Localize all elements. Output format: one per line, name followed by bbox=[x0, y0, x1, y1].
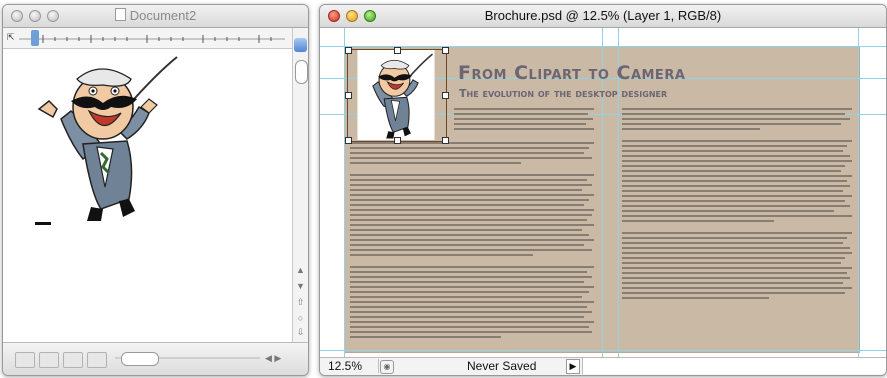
save-status-text: Never Saved bbox=[467, 359, 537, 373]
text-column-right bbox=[622, 108, 852, 302]
right-window-titlebar[interactable]: Brochure.psd @ 12.5% (Layer 1, RGB/8) bbox=[320, 5, 886, 28]
scroll-down-icon[interactable]: ▼ bbox=[296, 280, 305, 292]
horizontal-scroll-thumb[interactable] bbox=[121, 352, 159, 366]
transform-handle[interactable] bbox=[345, 47, 352, 54]
photoshop-status-bar: 12.5% ◉ Never Saved ▶ bbox=[320, 357, 886, 375]
transform-handle[interactable] bbox=[442, 47, 449, 54]
notebook-view-icon[interactable] bbox=[87, 352, 107, 368]
ruler-ticks bbox=[19, 35, 285, 43]
horizontal-scroll-arrows-icon[interactable]: ◀ ▶ bbox=[265, 353, 281, 364]
next-page-icon[interactable]: ⇩ bbox=[296, 326, 305, 338]
clipart-conductor-image bbox=[37, 56, 178, 221]
transform-handle[interactable] bbox=[345, 137, 352, 144]
text-column-left-top bbox=[454, 108, 594, 133]
guide-line[interactable] bbox=[858, 28, 859, 357]
scroll-up-icon[interactable]: ▲ bbox=[296, 264, 305, 276]
left-window-bottom-bar: ◀ ▶ bbox=[3, 342, 308, 375]
right-window-title: Brochure.psd @ 12.5% (Layer 1, RGB/8) bbox=[484, 8, 722, 23]
indent-marker[interactable] bbox=[31, 30, 39, 46]
guide-line[interactable] bbox=[320, 46, 886, 47]
transform-handle[interactable] bbox=[442, 92, 449, 99]
guide-line[interactable] bbox=[320, 350, 886, 351]
document-page[interactable] bbox=[3, 49, 292, 341]
horizontal-ruler[interactable]: ⇱ bbox=[3, 28, 293, 49]
brochure-headline: From Clipart to Camera bbox=[458, 62, 686, 84]
outline-view-icon[interactable] bbox=[39, 352, 59, 368]
page-layout-view-icon[interactable] bbox=[63, 352, 83, 368]
left-window-title: Document2 bbox=[3, 8, 308, 23]
transform-handle[interactable] bbox=[345, 92, 352, 99]
previous-page-icon[interactable]: ⇧ bbox=[296, 296, 305, 308]
photoshop-document-window[interactable]: Brochure.psd @ 12.5% (Layer 1, RGB/8) Fr… bbox=[319, 4, 887, 376]
word-document-window[interactable]: Document2 ⇱ ▲ ▼ ⇧ ○ ⇩ ◀ ▶ bbox=[2, 4, 309, 376]
text-insertion-mark bbox=[35, 222, 51, 225]
status-menu-arrow-icon[interactable]: ▶ bbox=[566, 359, 580, 374]
text-column-left bbox=[350, 142, 594, 341]
transform-handle[interactable] bbox=[442, 137, 449, 144]
free-transform-bounding-box[interactable] bbox=[345, 47, 449, 144]
document-info-icon[interactable]: ◉ bbox=[380, 360, 394, 374]
select-browse-object-icon[interactable]: ○ bbox=[296, 312, 305, 324]
normal-view-icon[interactable] bbox=[15, 352, 35, 368]
split-view-icon[interactable] bbox=[294, 38, 307, 52]
transform-handle[interactable] bbox=[394, 47, 401, 54]
transform-handle[interactable] bbox=[394, 137, 401, 144]
left-window-title-text: Document2 bbox=[129, 8, 197, 23]
horizontal-scroll-track[interactable] bbox=[582, 358, 886, 374]
vertical-scroll-thumb[interactable] bbox=[295, 60, 308, 84]
document-icon bbox=[114, 8, 126, 21]
guide-line[interactable] bbox=[344, 28, 345, 357]
left-window-titlebar[interactable]: Document2 bbox=[3, 5, 308, 28]
zoom-level-field[interactable]: 12.5% bbox=[324, 359, 379, 373]
brochure-subhead: The evolution of the desktop designer bbox=[459, 87, 668, 100]
canvas-area[interactable]: From Clipart to Camera The evolution of … bbox=[320, 28, 886, 357]
vertical-scrollbar[interactable]: ▲ ▼ ⇧ ○ ⇩ bbox=[292, 28, 308, 342]
